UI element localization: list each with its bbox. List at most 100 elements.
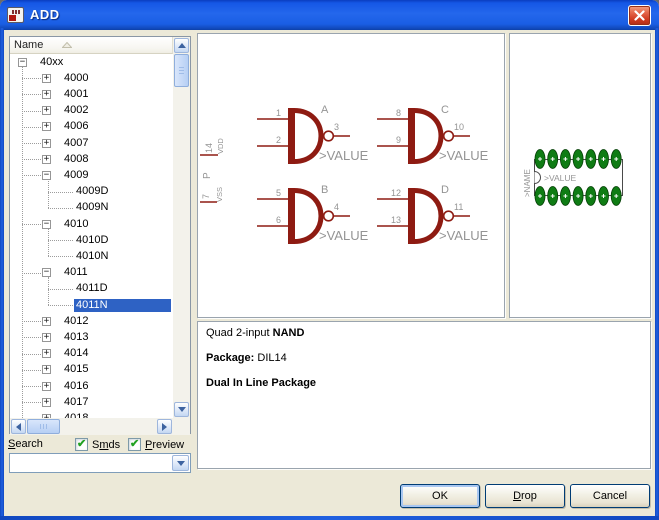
expand-toggle-icon[interactable]: + <box>42 74 51 83</box>
tree-item-4018[interactable]: +4018 <box>10 410 173 418</box>
tree-item-label: 4001 <box>62 88 90 101</box>
tree-item-4009[interactable]: −4009 <box>10 167 173 183</box>
tree-guide-line <box>22 127 43 128</box>
titlebar[interactable]: ADD <box>0 0 659 30</box>
scroll-up-button[interactable] <box>174 38 189 53</box>
scrollbar-corner <box>173 418 190 435</box>
tree-item-4000[interactable]: +4000 <box>10 70 173 86</box>
collapse-toggle-icon[interactable]: − <box>42 220 51 229</box>
tree-guide-line <box>48 240 73 241</box>
tree-item-label: 4012 <box>62 315 90 328</box>
expand-toggle-icon[interactable]: + <box>42 382 51 391</box>
description-panel: Quad 2-input NAND Package: DIL14 Dual In… <box>197 321 651 469</box>
tree-item-40xx[interactable]: −40xx <box>10 54 173 70</box>
tree-column-header-name[interactable]: Name <box>10 37 173 54</box>
tree-item-4002[interactable]: +4002 <box>10 103 173 119</box>
tree-item-label: 4007 <box>62 137 90 150</box>
package-preview-svg: >NAME>VALUE <box>510 34 650 317</box>
description-text: Quad 2-input <box>206 327 273 339</box>
window-title: ADD <box>30 7 60 22</box>
preview-checkbox-label: Preview <box>145 439 184 451</box>
svg-text:11: 11 <box>454 202 463 212</box>
horizontal-scroll-thumb[interactable] <box>27 419 60 434</box>
package-preview-panel: >NAME>VALUE <box>509 33 651 318</box>
expand-toggle-icon[interactable]: + <box>42 139 51 148</box>
arrow-up-icon <box>178 43 186 48</box>
window-frame-left <box>0 28 4 516</box>
svg-text:>VALUE: >VALUE <box>439 148 489 163</box>
description-text: Dual In Line Package <box>206 377 316 389</box>
expand-toggle-icon[interactable]: + <box>42 122 51 131</box>
tree-item-4014[interactable]: +4014 <box>10 346 173 362</box>
tree-item-4015[interactable]: +4015 <box>10 362 173 378</box>
expand-toggle-icon[interactable]: + <box>42 106 51 115</box>
tree-item-4011n[interactable]: 4011N <box>10 297 173 313</box>
tree-item-4010[interactable]: −4010 <box>10 216 173 232</box>
arrow-left-icon <box>16 423 21 431</box>
tree-vertical-scrollbar[interactable] <box>173 37 190 418</box>
collapse-toggle-icon[interactable]: − <box>42 268 51 277</box>
svg-text:14: 14 <box>204 143 214 153</box>
add-dialog: ADD Name −40xx+4000+4001+4002+4006+4007+… <box>0 0 659 520</box>
svg-text:VDD: VDD <box>216 138 225 154</box>
cancel-button[interactable]: Cancel <box>570 484 650 508</box>
tree-item-4012[interactable]: +4012 <box>10 313 173 329</box>
svg-text:5: 5 <box>276 188 281 198</box>
tree-guide-line <box>22 386 43 387</box>
close-icon <box>634 10 645 21</box>
power-pins-symbol: 14VDDP7VSS <box>200 138 225 202</box>
window-frame-right <box>655 28 659 516</box>
tree-item-4013[interactable]: +4013 <box>10 329 173 345</box>
dil14-package: >NAME>VALUE <box>523 150 623 206</box>
scroll-down-button[interactable] <box>174 402 189 417</box>
expand-toggle-icon[interactable]: + <box>42 333 51 342</box>
ok-button[interactable]: OK <box>400 484 480 508</box>
smds-checkbox[interactable]: Smds <box>75 438 120 451</box>
tree-item-4001[interactable]: +4001 <box>10 86 173 102</box>
tree-item-4009n[interactable]: 4009N <box>10 200 173 216</box>
description-line: Package: DIL14 <box>206 352 642 365</box>
tree-item-4010n[interactable]: 4010N <box>10 248 173 264</box>
combo-dropdown-button[interactable] <box>172 455 189 471</box>
expand-toggle-icon[interactable]: + <box>42 317 51 326</box>
tree-item-4006[interactable]: +4006 <box>10 119 173 135</box>
svg-text:P: P <box>202 172 213 179</box>
vertical-scroll-thumb[interactable] <box>174 54 189 87</box>
tree-item-4011d[interactable]: 4011D <box>10 281 173 297</box>
tree-item-label: 4008 <box>62 153 90 166</box>
tree-item-4007[interactable]: +4007 <box>10 135 173 151</box>
sort-ascending-icon <box>62 42 72 48</box>
expand-toggle-icon[interactable]: + <box>42 155 51 164</box>
expand-toggle-icon[interactable]: + <box>42 90 51 99</box>
tree-item-4011[interactable]: −4011 <box>10 265 173 281</box>
tree-guide-line <box>22 402 43 403</box>
svg-text:>VALUE: >VALUE <box>319 148 369 163</box>
scroll-left-button[interactable] <box>11 419 26 434</box>
svg-text:1: 1 <box>276 108 281 118</box>
tree-item-4009d[interactable]: 4009D <box>10 184 173 200</box>
tree-item-4010d[interactable]: 4010D <box>10 232 173 248</box>
expand-toggle-icon[interactable]: + <box>42 365 51 374</box>
collapse-toggle-icon[interactable]: − <box>18 58 27 67</box>
tree-item-label: 4017 <box>62 396 90 409</box>
drop-button[interactable]: Drop <box>485 484 565 508</box>
svg-text:C: C <box>441 104 449 116</box>
search-combobox[interactable] <box>9 453 191 473</box>
svg-text:6: 6 <box>276 215 281 225</box>
preview-checkbox[interactable]: Preview <box>128 438 184 451</box>
expand-toggle-icon[interactable]: + <box>42 398 51 407</box>
tree-guide-line <box>22 321 43 322</box>
tree-horizontal-scrollbar[interactable] <box>10 418 173 435</box>
tree-guide-line <box>22 337 43 338</box>
nand-gate-A: 123A>VALUE <box>257 104 369 164</box>
scroll-right-button[interactable] <box>157 419 172 434</box>
expand-toggle-icon[interactable]: + <box>42 349 51 358</box>
app-icon <box>7 7 24 23</box>
tree-item-4016[interactable]: +4016 <box>10 378 173 394</box>
collapse-toggle-icon[interactable]: − <box>42 171 51 180</box>
close-button[interactable] <box>628 5 651 26</box>
tree-item-4017[interactable]: +4017 <box>10 394 173 410</box>
tree-item-label: 4010N <box>74 250 110 263</box>
tree-item-4008[interactable]: +4008 <box>10 151 173 167</box>
svg-text:VSS: VSS <box>215 187 224 202</box>
